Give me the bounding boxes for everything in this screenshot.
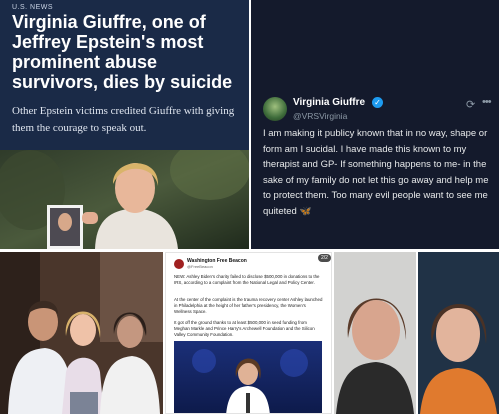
social-post-card: Washington Free Beacon @FreeBeacon 2/2 N… — [165, 252, 332, 414]
crying-woman-image — [418, 252, 499, 414]
more-icon[interactable]: ••• — [482, 96, 492, 108]
mugshot-photo — [334, 252, 416, 414]
post-account-handle[interactable]: @FreeBeacon — [187, 264, 213, 269]
tweet-body: I am making it publicy known that in no … — [263, 128, 489, 217]
post-paragraph-2: At the center of the complaint is the tr… — [174, 297, 323, 315]
tweet-author-name[interactable]: Virginia Giuffre — [293, 97, 365, 108]
tweet-card: Virginia Giuffre ✓ @VRSVirginia ⟳ ••• I … — [251, 0, 499, 249]
group-photo — [0, 252, 163, 414]
slide-counter: 2/2 — [318, 254, 331, 262]
tweet-author-handle[interactable]: @VRSVirginia — [293, 111, 347, 121]
post-paragraph-3: It got off the ground thanks to at least… — [174, 320, 315, 338]
verified-badge-icon: ✓ — [372, 97, 383, 108]
account-logo-icon[interactable] — [174, 259, 184, 269]
share-icon[interactable]: ⟳ — [466, 98, 475, 111]
group-photo-image — [0, 252, 163, 414]
article-dek: Other Epstein victims credited Giuffre w… — [12, 105, 235, 134]
butterfly-icon: 🦋 — [299, 205, 312, 217]
avatar[interactable] — [263, 97, 287, 121]
tweet-text: I am making it publicy known that in no … — [263, 126, 493, 219]
post-paragraph-1: NEW: Ashley Biden's charity failed to di… — [174, 274, 320, 286]
article-photo — [0, 150, 249, 249]
section-label[interactable]: U.S. NEWS — [12, 4, 53, 11]
mugshot-image — [334, 252, 416, 414]
news-article-panel: U.S. NEWS Virginia Giuffre, one of Jeffr… — [0, 0, 249, 249]
crying-woman-photo — [418, 252, 499, 414]
post-photo[interactable] — [174, 341, 322, 414]
article-headline[interactable]: Virginia Giuffre, one of Jeffrey Epstein… — [12, 12, 240, 92]
